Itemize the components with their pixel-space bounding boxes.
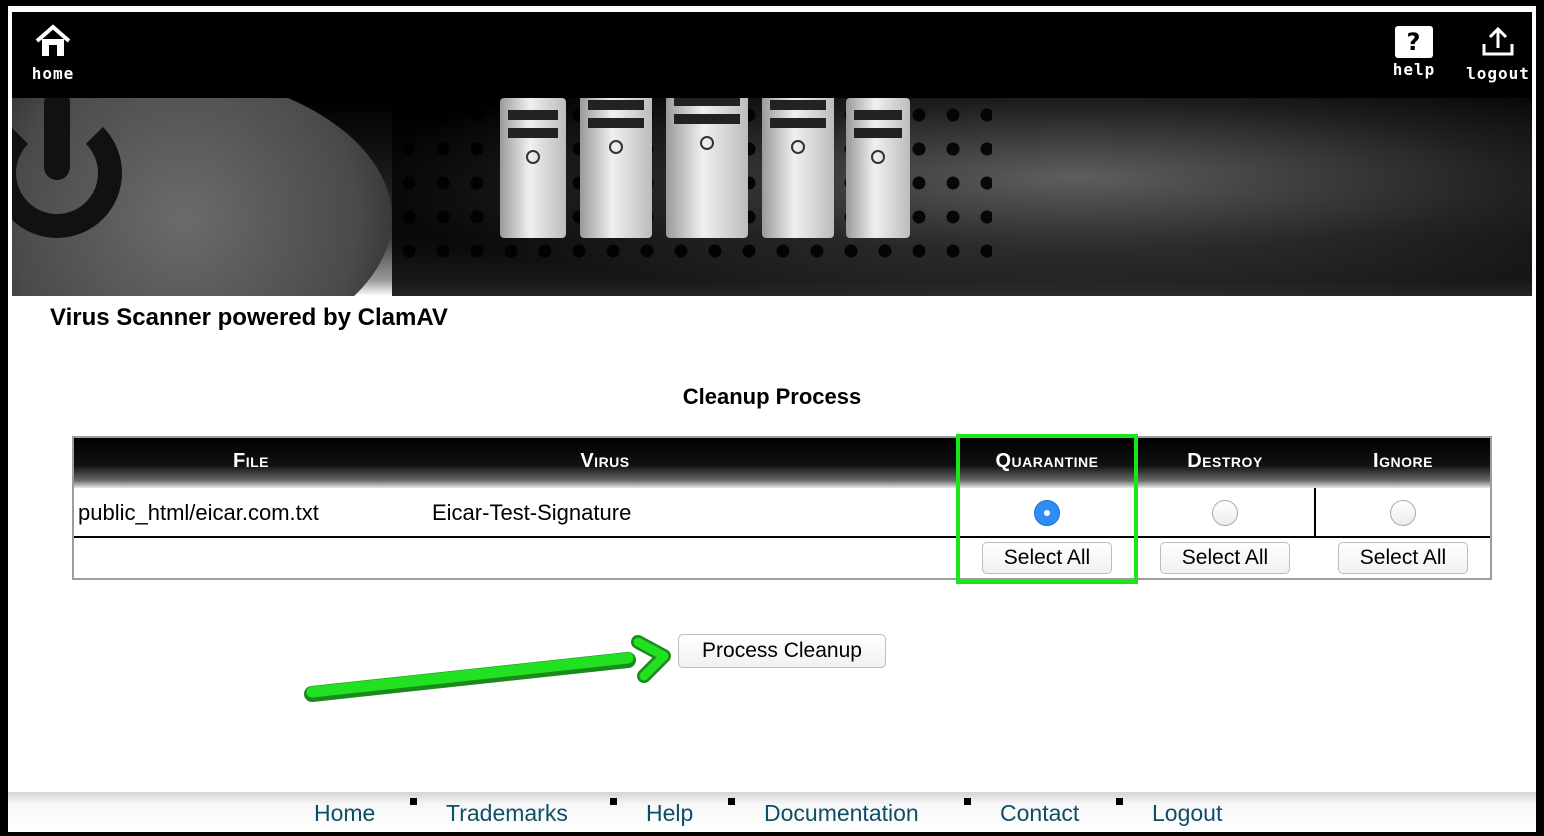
help-nav-label: help — [1392, 60, 1436, 79]
virus-name-cell: Eicar-Test-Signature — [432, 500, 632, 525]
column-header-file: File — [233, 450, 269, 472]
footer-link-contact[interactable]: Contact — [1000, 800, 1079, 827]
footer-link-trademarks[interactable]: Trademarks — [446, 800, 568, 827]
app-title: Virus Scanner powered by ClamAV — [50, 304, 448, 331]
footer-link-logout[interactable]: Logout — [1152, 800, 1222, 827]
table-header: File Virus Quarantine Destroy Ignore — [74, 438, 1490, 488]
section-title: Cleanup Process — [682, 384, 862, 409]
footer-nav: Home Trademarks Help Documentation Conta… — [8, 792, 1536, 832]
quarantine-highlight-box — [956, 434, 1138, 584]
header-banner-image — [12, 98, 1532, 296]
table-row: public_html/eicar.com.txt Eicar-Test-Sig… — [74, 488, 1490, 538]
logout-nav-label: logout — [1466, 64, 1530, 83]
file-path-cell: public_html/eicar.com.txt — [78, 500, 319, 525]
top-nav-bar: home ? help logout — [12, 12, 1532, 98]
column-header-destroy: Destroy — [1187, 450, 1263, 472]
column-header-virus: Virus — [580, 450, 630, 472]
cleanup-table: File Virus Quarantine Destroy Ignore pub… — [72, 436, 1492, 580]
process-cleanup-button[interactable]: Process Cleanup — [678, 634, 886, 668]
ignore-select-all-button[interactable]: Select All — [1338, 542, 1468, 574]
footer-separator — [410, 798, 417, 805]
footer-separator — [728, 798, 735, 805]
footer-link-help[interactable]: Help — [646, 800, 693, 827]
help-icon: ? — [1395, 26, 1433, 58]
logout-icon — [1482, 26, 1514, 56]
logout-nav-button[interactable]: logout — [1460, 26, 1536, 83]
column-header-ignore: Ignore — [1373, 450, 1433, 472]
page-frame: home ? help logout Virus Scanner powered… — [8, 6, 1536, 832]
arrow-annotation-icon — [304, 635, 671, 702]
footer-link-documentation[interactable]: Documentation — [764, 800, 919, 827]
column-divider — [1314, 488, 1316, 536]
power-icon — [12, 98, 392, 296]
footer-link-home[interactable]: Home — [314, 800, 375, 827]
ignore-radio[interactable] — [1390, 500, 1416, 526]
home-icon — [35, 24, 71, 56]
footer-separator — [964, 798, 971, 805]
home-nav-button[interactable]: home — [26, 24, 80, 83]
help-nav-button[interactable]: ? help — [1390, 26, 1438, 79]
destroy-select-all-button[interactable]: Select All — [1160, 542, 1290, 574]
footer-separator — [610, 798, 617, 805]
footer-separator — [1116, 798, 1123, 805]
destroy-radio[interactable] — [1212, 500, 1238, 526]
home-nav-label: home — [31, 64, 75, 83]
